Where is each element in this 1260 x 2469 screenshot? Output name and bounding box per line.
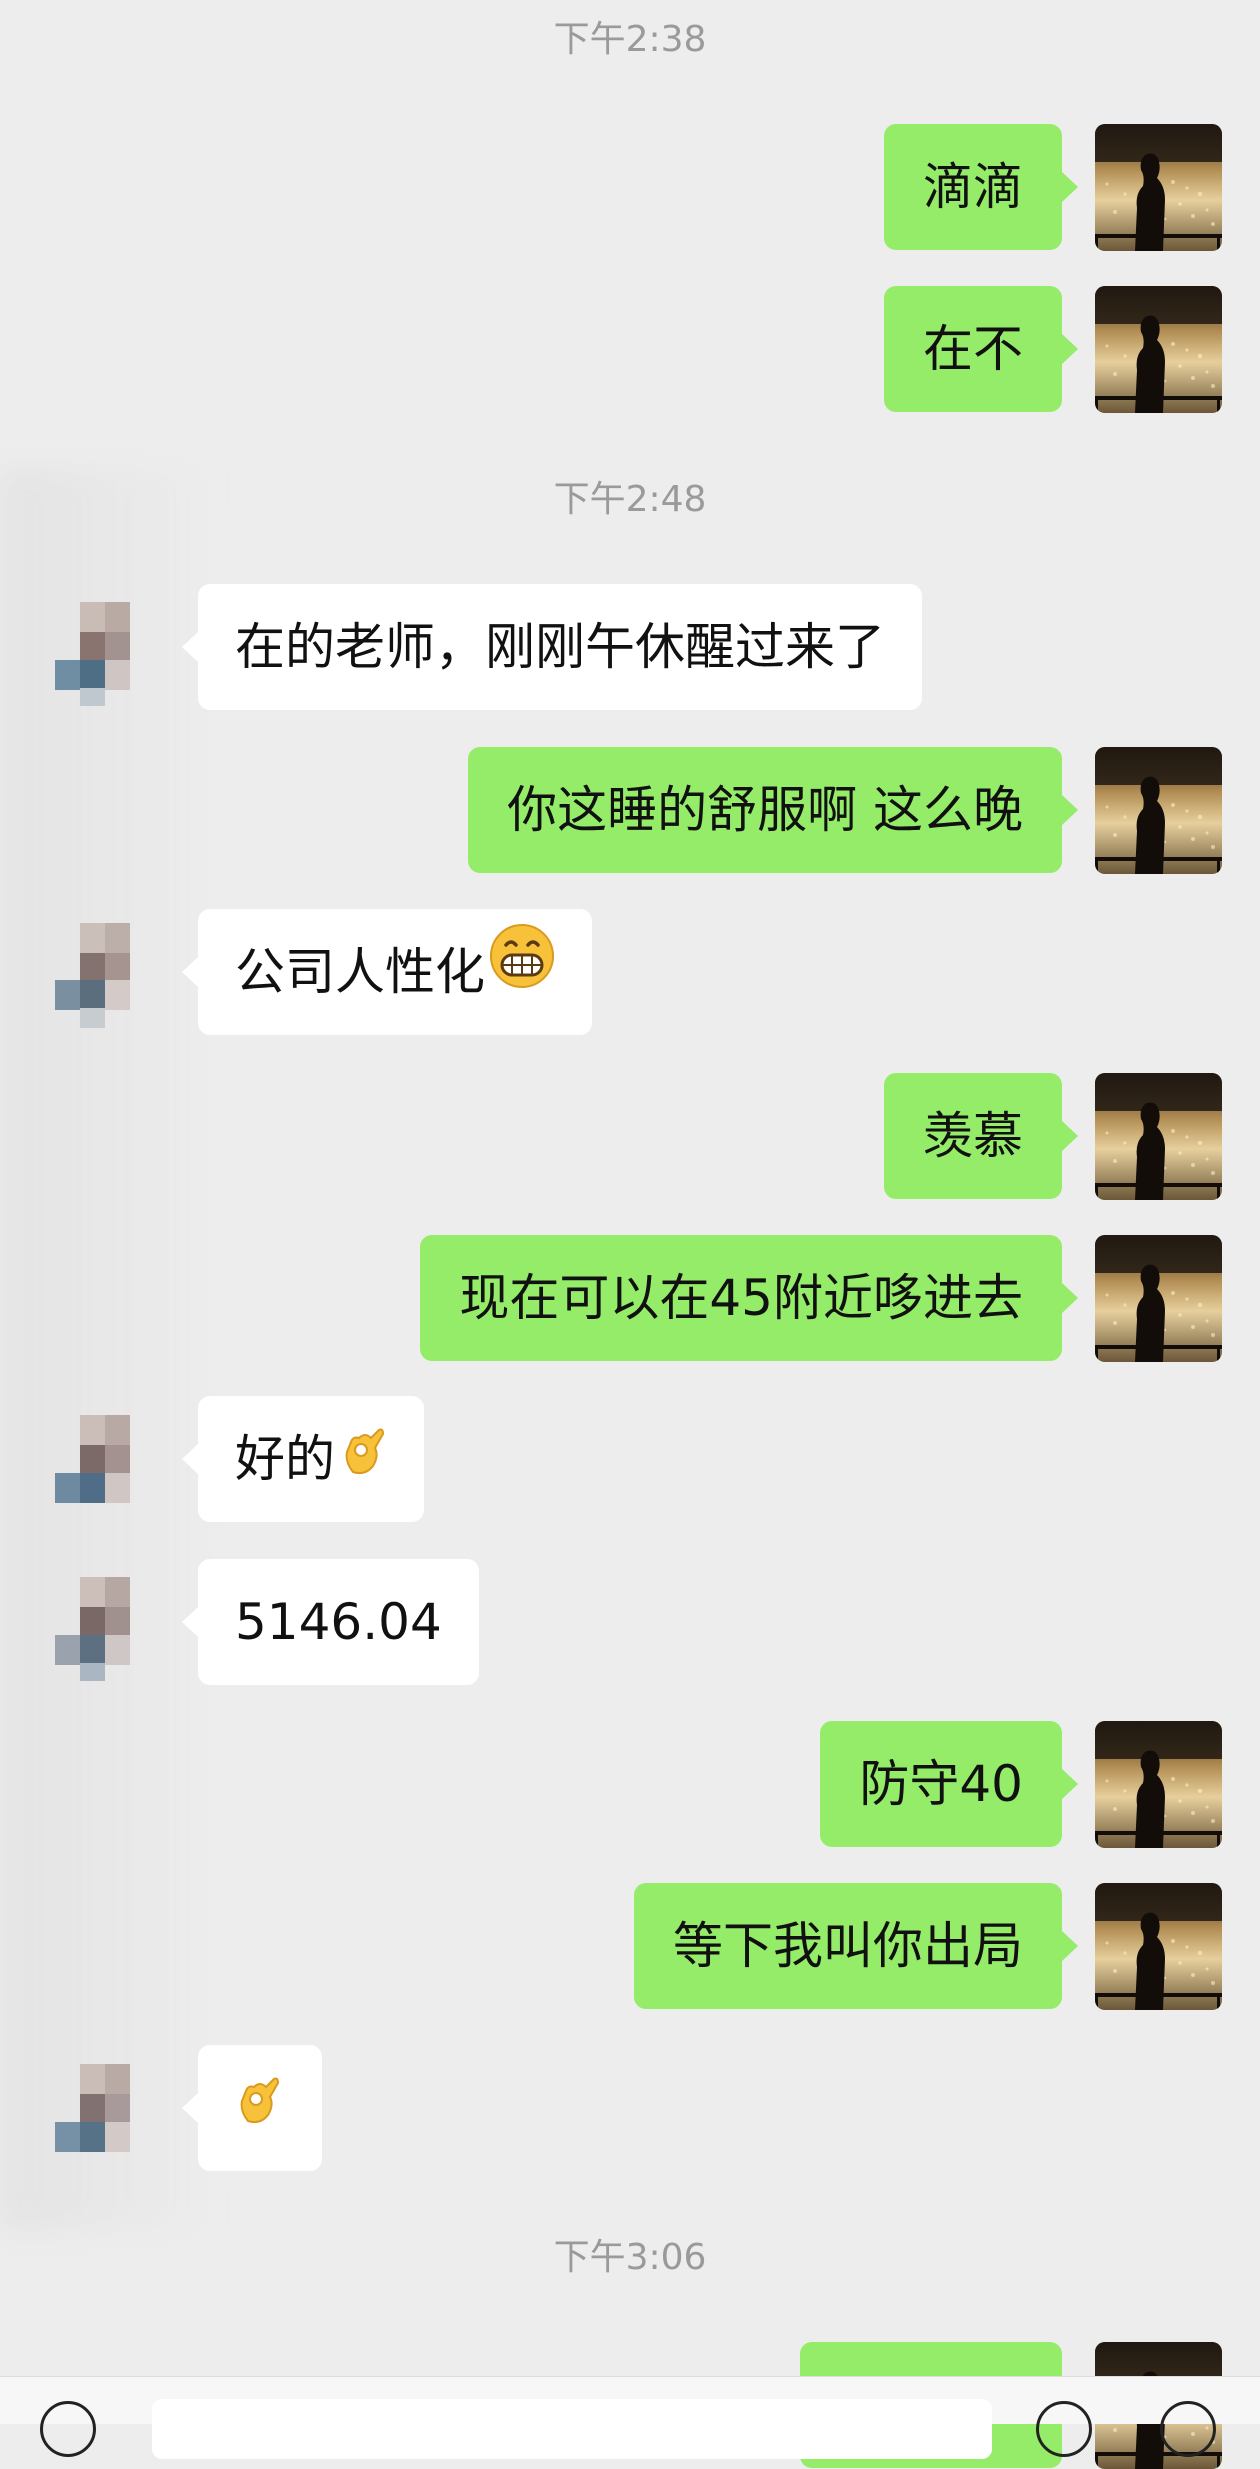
message-bubble-sent[interactable]: 现在可以在45附近哆进去: [420, 1235, 1078, 1361]
contact-avatar[interactable]: [50, 2044, 160, 2174]
message-bubble-received[interactable]: 5146.04: [182, 1559, 479, 1685]
self-avatar[interactable]: [1095, 747, 1222, 874]
contact-avatar[interactable]: [50, 1557, 160, 1687]
message-text: 公司人性化: [235, 943, 485, 1001]
contact-avatar[interactable]: [50, 908, 160, 1038]
ok-hand-emoji-icon: [234, 2045, 282, 2171]
timestamp: 下午2:48: [553, 479, 707, 520]
message-bubble-received[interactable]: [182, 2045, 322, 2171]
self-avatar[interactable]: [1095, 1073, 1222, 1200]
message-bubble-received[interactable]: 在的老师，刚刚午休醒过来了: [182, 584, 922, 710]
self-avatar[interactable]: [1095, 124, 1222, 251]
message-input[interactable]: [152, 2399, 992, 2459]
self-avatar[interactable]: [1095, 1721, 1222, 1848]
timestamp: 下午3:06: [553, 2237, 707, 2278]
self-avatar[interactable]: [1095, 286, 1222, 413]
message-bubble-sent[interactable]: 在不: [884, 286, 1078, 412]
voice-icon[interactable]: [40, 2401, 96, 2457]
message-bubble-sent[interactable]: 羡慕: [884, 1073, 1078, 1199]
chat-view[interactable]: 下午2:38 滴滴 在不 下午2:48 在的老师，刚刚午休醒过来了 你这睡的舒服…: [0, 0, 1260, 2423]
message-bubble-sent[interactable]: 防守40: [820, 1721, 1078, 1847]
input-bar: [0, 2376, 1260, 2459]
message-bubble-sent[interactable]: 等下我叫你出局: [634, 1883, 1078, 2009]
message-bubble-received[interactable]: 好的: [182, 1396, 424, 1522]
self-avatar[interactable]: [1095, 1883, 1222, 2010]
contact-avatar[interactable]: [50, 1395, 160, 1525]
message-bubble-sent[interactable]: 你这睡的舒服啊 这么晚: [468, 747, 1078, 873]
message-text: 好的: [235, 1430, 335, 1488]
message-bubble-received[interactable]: 公司人性化: [182, 909, 592, 1035]
blurred-strip: [0, 470, 210, 2230]
timestamp: 下午2:38: [553, 19, 707, 60]
message-bubble-sent[interactable]: 滴滴: [884, 124, 1078, 250]
contact-avatar[interactable]: [50, 582, 160, 712]
grin-emoji-icon: [489, 909, 555, 1035]
emoji-icon[interactable]: [1036, 2401, 1092, 2457]
self-avatar[interactable]: [1095, 1235, 1222, 1362]
plus-icon[interactable]: [1160, 2401, 1216, 2457]
ok-hand-emoji-icon: [339, 1396, 387, 1522]
